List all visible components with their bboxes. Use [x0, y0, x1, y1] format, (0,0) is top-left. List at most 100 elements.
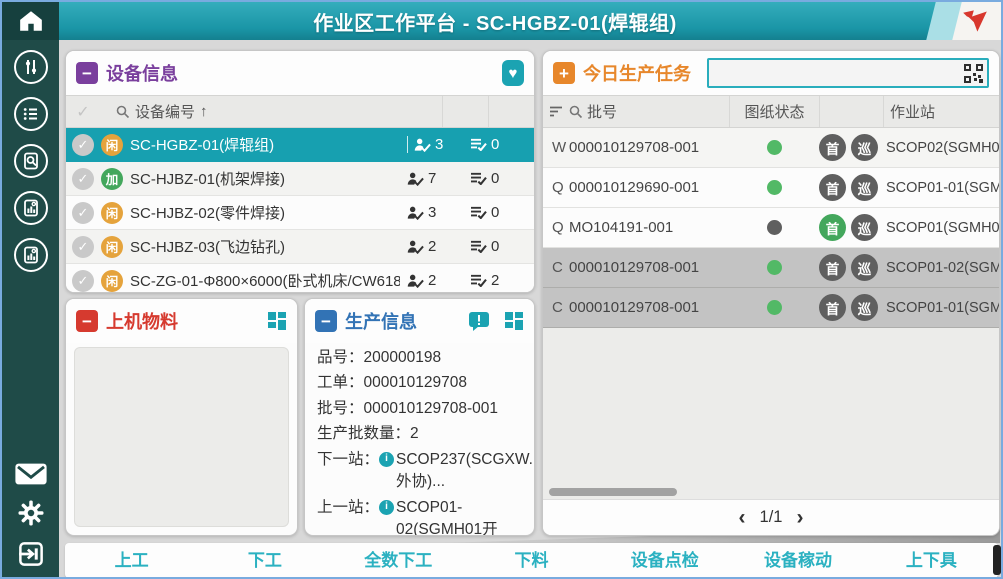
grid-view-icon[interactable]	[504, 311, 524, 331]
batch-column[interactable]: 批号	[569, 96, 729, 127]
patrol-inspection-badge[interactable]: 巡	[851, 214, 878, 241]
horizontal-scrollbar[interactable]	[549, 488, 677, 496]
task-row[interactable]: W 000010129708-001 首 巡 SCOP02(SGMH0...	[543, 128, 999, 168]
equipment-row[interactable]: ✓ 闲 SC-HJBZ-03(飞边钻孔) 2 0	[66, 230, 534, 264]
task-list-icon[interactable]	[14, 97, 48, 131]
next-page-button[interactable]: ›	[796, 507, 803, 528]
bottom-toolbar: 上工 下工 全数下工 下料 设备点检 设备稼动 上下具	[65, 543, 998, 578]
row-check-icon[interactable]: ✓	[72, 168, 94, 190]
first-inspection-badge[interactable]: 首	[819, 214, 846, 241]
equipment-check-button[interactable]: 设备点检	[598, 543, 731, 578]
report-icon[interactable]	[14, 191, 48, 225]
grid-view-icon[interactable]	[267, 311, 287, 331]
end-all-work-button[interactable]: 全数下工	[332, 543, 465, 578]
sidebar-bottom-group	[14, 461, 48, 569]
patrol-inspection-badge[interactable]: 巡	[851, 294, 878, 321]
task-row[interactable]: Q MO104191-001 首 巡 SCOP01(SGMH0...	[543, 208, 999, 248]
barcode-search-box[interactable]	[707, 58, 989, 88]
equipment-row[interactable]: ✓ 闲 SC-HGBZ-01(焊辊组) 3 0	[66, 128, 534, 162]
equipment-row[interactable]: ✓ 加 SC-HJBZ-01(机架焊接) 7 0	[66, 162, 534, 196]
task-panel-header: + 今日生产任务	[543, 51, 999, 95]
patrol-inspection-badge[interactable]: 巡	[851, 174, 878, 201]
person-check-icon	[414, 138, 431, 152]
search-icon	[116, 105, 130, 119]
field-value: 200000198	[364, 347, 530, 369]
person-check-icon	[407, 172, 424, 186]
work-station: SCOP01-01(SGM...	[883, 180, 999, 196]
info-icon[interactable]: i	[379, 500, 394, 515]
pagination: ‹ 1/1 ›	[543, 499, 999, 535]
main-content: − 设备信息 ♥ ✓ 设备编号 ↑ ✓	[59, 40, 1001, 577]
drawing-status-dot	[767, 260, 782, 275]
drawing-status-dot	[767, 180, 782, 195]
operator-count: 2	[407, 238, 463, 255]
collapse-icon[interactable]: −	[76, 62, 98, 84]
first-inspection-badge[interactable]: 首	[819, 254, 846, 281]
person-check-icon	[407, 240, 424, 254]
filter-icon[interactable]	[543, 96, 569, 127]
home-icon	[18, 9, 44, 33]
operator-count: 7	[407, 170, 463, 187]
favorite-heart-button[interactable]: ♥	[502, 60, 524, 86]
select-all-check-icon[interactable]: ✓	[66, 102, 100, 122]
message-alert-icon[interactable]	[468, 311, 490, 332]
task-row[interactable]: C 000010129708-001 首 巡 SCOP01-01(SGM...	[543, 288, 999, 328]
collapse-icon[interactable]: −	[315, 310, 337, 332]
equipment-panel-header: − 设备信息 ♥	[66, 51, 534, 95]
state-badge: 闲	[101, 134, 123, 156]
row-check-icon[interactable]: ✓	[72, 134, 94, 156]
batch-number: 000010129708-001	[569, 259, 729, 276]
equipment-code-column[interactable]: 设备编号 ↑	[100, 101, 442, 122]
mail-icon[interactable]	[14, 461, 48, 487]
work-station: SCOP01-01(SGM...	[883, 300, 999, 316]
report-alt-icon[interactable]	[14, 238, 48, 272]
row-check-icon[interactable]: ✓	[72, 270, 94, 292]
row-check-icon[interactable]: ✓	[72, 236, 94, 258]
home-button[interactable]	[2, 2, 59, 40]
info-icon[interactable]: i	[379, 452, 394, 467]
row-check-icon[interactable]: ✓	[72, 202, 94, 224]
equipment-row[interactable]: ✓ 闲 SC-ZG-01-Φ800×6000(卧式机床/CW6180) 2	[66, 264, 534, 292]
search-doc-icon[interactable]	[14, 144, 48, 178]
settings-icon[interactable]	[16, 498, 46, 528]
barcode-search-input[interactable]	[713, 60, 964, 86]
collapse-icon[interactable]: −	[76, 310, 98, 332]
job-count: 2	[470, 272, 526, 289]
material-panel: − 上机物料	[65, 298, 298, 536]
first-inspection-badge[interactable]: 首	[819, 134, 846, 161]
work-station: SCOP01-02(SGM...	[883, 260, 999, 276]
first-inspection-badge[interactable]: 首	[819, 174, 846, 201]
state-badge: 闲	[101, 202, 123, 224]
prev-page-button[interactable]: ‹	[739, 507, 746, 528]
edge-handle[interactable]	[993, 545, 1001, 575]
field-label: 批号：	[317, 398, 364, 420]
task-flag: C	[543, 299, 569, 316]
modules-icon[interactable]	[14, 50, 48, 84]
qr-scan-icon[interactable]	[964, 64, 983, 83]
unload-material-button[interactable]: 下料	[465, 543, 598, 578]
end-work-button[interactable]: 下工	[198, 543, 331, 578]
logout-icon[interactable]	[16, 539, 46, 569]
equipment-usage-button[interactable]: 设备稼动	[731, 543, 864, 578]
search-icon	[569, 105, 583, 119]
state-badge: 闲	[101, 270, 123, 292]
task-row[interactable]: C 000010129708-001 首 巡 SCOP01-02(SGM...	[543, 248, 999, 288]
list-check-icon	[470, 172, 487, 185]
field-row: 品号： 200000198	[317, 347, 530, 369]
task-row[interactable]: Q 000010129690-001 首 巡 SCOP01-01(SGM...	[543, 168, 999, 208]
production-info-panel: − 生产信息	[304, 298, 535, 536]
tooling-button[interactable]: 上下具	[865, 543, 998, 578]
start-work-button[interactable]: 上工	[65, 543, 198, 578]
app-window: 作业区工作平台 - SC-HGBZ-01(焊辊组)	[0, 0, 1003, 579]
first-inspection-badge[interactable]: 首	[819, 294, 846, 321]
field-value: 000010129708-001	[364, 398, 530, 420]
equipment-row[interactable]: ✓ 闲 SC-HJBZ-02(零件焊接) 3 0	[66, 196, 534, 230]
equipment-name: SC-ZG-01-Φ800×6000(卧式机床/CW6180)	[130, 270, 400, 291]
patrol-inspection-badge[interactable]: 巡	[851, 254, 878, 281]
equipment-column-header: ✓ 设备编号 ↑	[66, 95, 534, 128]
patrol-inspection-badge[interactable]: 巡	[851, 134, 878, 161]
expand-icon[interactable]: +	[553, 62, 575, 84]
material-empty-area	[74, 347, 289, 527]
station-column-label: 作业站	[890, 101, 935, 122]
field-value: 2	[410, 423, 530, 445]
